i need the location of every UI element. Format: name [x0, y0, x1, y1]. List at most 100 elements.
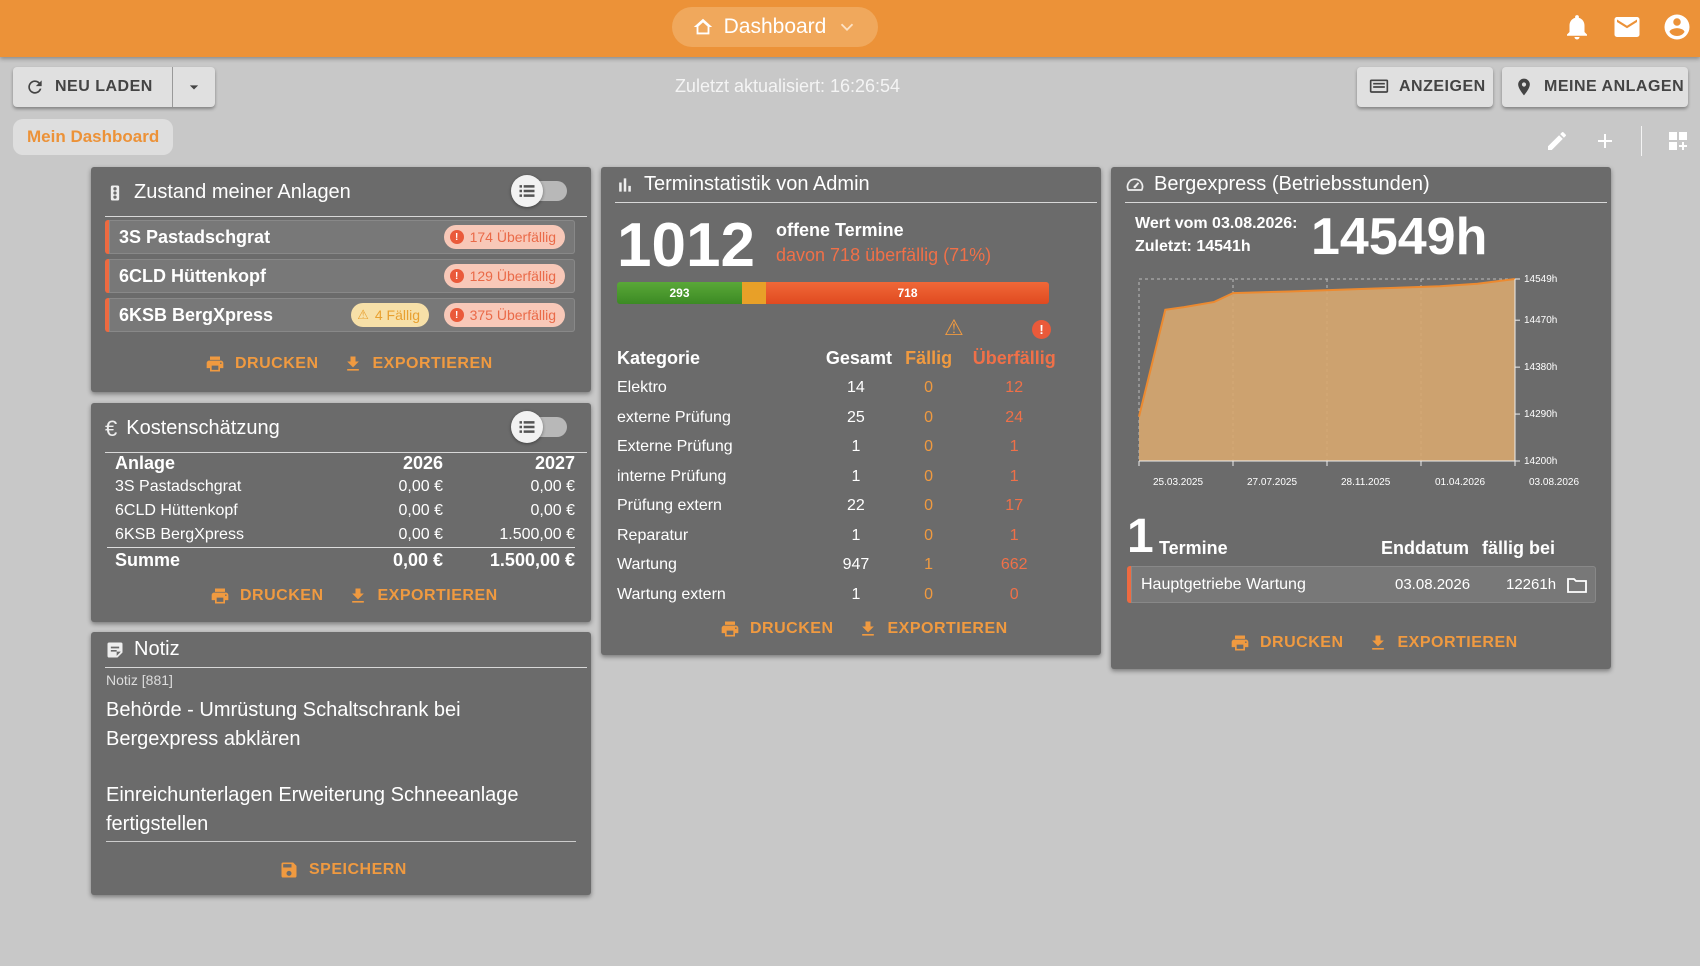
card-actions: DRUCKEN EXPORTIEREN: [205, 354, 517, 374]
bar-chart-icon: [619, 177, 631, 192]
card-actions: DRUCKEN EXPORTIEREN: [720, 619, 1032, 639]
asset-status-card: Zustand meiner Anlagen 3S Pastadschgrat …: [91, 167, 591, 392]
asset-row[interactable]: 3S Pastadschgrat ! 174 Überfällig: [105, 220, 575, 254]
edit-icon[interactable]: [1545, 129, 1569, 153]
refresh-icon: [28, 80, 42, 94]
caret-down-icon: [189, 85, 199, 90]
status-bar: 293 718: [617, 282, 1049, 304]
my-assets-label: MEINE ANLAGEN: [1544, 78, 1685, 95]
print-button[interactable]: DRUCKEN: [1230, 633, 1344, 653]
hours-chart: 14549h 14470h 14380h 14290h 14200h 25.03.2025…: [1119, 267, 1579, 507]
end-date-label: Enddatum: [1381, 538, 1469, 558]
appointment-stats-header: Terminstatistik von Admin: [615, 167, 1097, 203]
card-actions: DRUCKEN EXPORTIEREN: [210, 586, 522, 606]
save-icon: [281, 862, 297, 878]
tab-mein-dashboard[interactable]: Mein Dashboard: [13, 119, 174, 155]
x-tick-label: 28.11.2025: [1341, 477, 1391, 488]
card-actions: SPEICHERN: [279, 860, 431, 880]
download-icon: [1371, 635, 1384, 650]
note-label: Notiz [881]: [106, 672, 173, 688]
table-row[interactable]: Elektro 14 0 12: [617, 374, 1057, 404]
save-button[interactable]: SPEICHERN: [279, 860, 407, 880]
table-row[interactable]: Wartung extern 1 0 0: [617, 580, 1057, 610]
show-button[interactable]: ANZEIGEN: [1357, 67, 1493, 107]
overdue-badge: ! 174 Überfällig: [443, 225, 565, 249]
asset-row[interactable]: 6KSB BergXpress ⚠ 4 Fällig ! 375 Überfälli…: [105, 298, 575, 332]
printer-icon: [721, 621, 739, 637]
card-title: Bergexpress (Betriebsstunden): [1154, 173, 1430, 195]
table-row: 3S Pastadschgrat 0,00 € 0,00 €: [115, 478, 575, 495]
note-card: Notiz Notiz [881] Behörde - Umrüstung Sc…: [91, 632, 591, 895]
list-view-toggle[interactable]: [511, 175, 569, 207]
export-button[interactable]: EXPORTIEREN: [858, 619, 1008, 639]
dashboard-selector[interactable]: Dashboard: [672, 7, 878, 47]
export-button[interactable]: EXPORTIEREN: [343, 354, 493, 374]
download-icon: [346, 356, 359, 371]
export-button[interactable]: EXPORTIEREN: [1368, 633, 1518, 653]
bell-icon[interactable]: [1562, 12, 1592, 42]
hours-chart-svg: 14549h 14470h 14380h 14290h 14200h 25.03.2025…: [1138, 274, 1579, 488]
table-row[interactable]: Prüfung extern 22 0 17: [617, 492, 1057, 522]
note-text[interactable]: Behörde - Umrüstung Schaltschrank bei Be…: [106, 696, 576, 842]
card-title: Terminstatistik von Admin: [644, 173, 870, 195]
printer-icon: [211, 588, 229, 604]
mail-icon[interactable]: [1612, 12, 1642, 42]
print-button[interactable]: DRUCKEN: [210, 586, 324, 606]
table-row[interactable]: Externe Prüfung 1 0 1: [617, 433, 1057, 463]
my-assets-button[interactable]: MEINE ANLAGEN: [1502, 67, 1688, 107]
appointment-hours: 12261h: [1506, 576, 1557, 593]
download-icon: [861, 621, 874, 636]
show-label: ANZEIGEN: [1399, 78, 1486, 95]
y-tick-label: 14470h: [1524, 315, 1557, 326]
folder-icon[interactable]: [1565, 573, 1589, 597]
asset-name: 3S Pastadschgrat: [119, 226, 271, 247]
export-button[interactable]: EXPORTIEREN: [348, 586, 498, 606]
area-fill: [1139, 279, 1515, 461]
reload-dropdown-button[interactable]: [173, 77, 215, 97]
download-icon: [351, 588, 364, 603]
appointment-date: 03.08.2026: [1395, 576, 1471, 593]
open-appointments-label: offene Termine: [776, 220, 904, 240]
current-hours: 14549h: [1311, 208, 1488, 266]
operating-hours-card: Bergexpress (Betriebsstunden) Wert vom 0…: [1111, 167, 1611, 669]
table-row[interactable]: Wartung 947 1 662: [617, 551, 1057, 581]
reload-button[interactable]: NEU LADEN: [13, 67, 173, 107]
table-row[interactable]: interne Prüfung 1 0 1: [617, 462, 1057, 492]
table-row[interactable]: Reparatur 1 0 1: [617, 521, 1057, 551]
card-title: Kostenschätzung: [126, 417, 280, 439]
table-row: 6CLD Hüttenkopf 0,00 € 0,00 €: [115, 502, 575, 519]
overdue-badge: ! 129 Überfällig: [443, 264, 565, 288]
note-paragraph: Behörde - Umrüstung Schaltschrank bei Be…: [106, 699, 461, 750]
euro-icon: €: [105, 415, 118, 441]
warning-icon: ⚠: [357, 307, 369, 322]
asset-row[interactable]: 6CLD Hüttenkopf ! 129 Überfällig: [105, 259, 575, 293]
overdue-icon: !: [1032, 320, 1051, 339]
note-icon: [107, 642, 123, 657]
due-at-label: fällig bei: [1482, 538, 1556, 558]
appointment-row[interactable]: Hauptgetriebe Wartung 03.08.2026 12261h: [1127, 566, 1596, 603]
list-icon: [519, 185, 535, 197]
x-tick-label: 25.03.2025: [1153, 477, 1203, 488]
note-paragraph: Einreichunterlagen Erweiterung Schneeanl…: [106, 784, 519, 835]
traffic-light-icon: [110, 185, 120, 200]
add-widget-icon[interactable]: [1666, 129, 1690, 153]
reload-label: NEU LADEN: [55, 78, 153, 95]
display-icon: [1369, 79, 1389, 93]
table-row[interactable]: externe Prüfung 25 0 24: [617, 403, 1057, 433]
bar-segment-due: [742, 282, 766, 304]
account-icon[interactable]: [1662, 12, 1692, 42]
appointments-label: Termine: [1159, 538, 1228, 558]
print-button[interactable]: DRUCKEN: [720, 619, 834, 639]
card-title: Zustand meiner Anlagen: [134, 181, 351, 203]
card-title: Notiz: [134, 638, 180, 660]
add-icon[interactable]: [1593, 129, 1617, 153]
reload-button-group: NEU LADEN: [13, 67, 215, 107]
y-tick-label: 14290h: [1524, 409, 1557, 420]
list-view-toggle[interactable]: [511, 411, 569, 443]
print-button[interactable]: DRUCKEN: [205, 354, 319, 374]
warning-icon: ⚠: [944, 315, 964, 340]
card-actions: DRUCKEN EXPORTIEREN: [1230, 633, 1542, 653]
y-tick-label: 14200h: [1524, 456, 1557, 467]
y-tick-label: 14380h: [1524, 362, 1557, 373]
dashboard-icon: [693, 18, 712, 35]
